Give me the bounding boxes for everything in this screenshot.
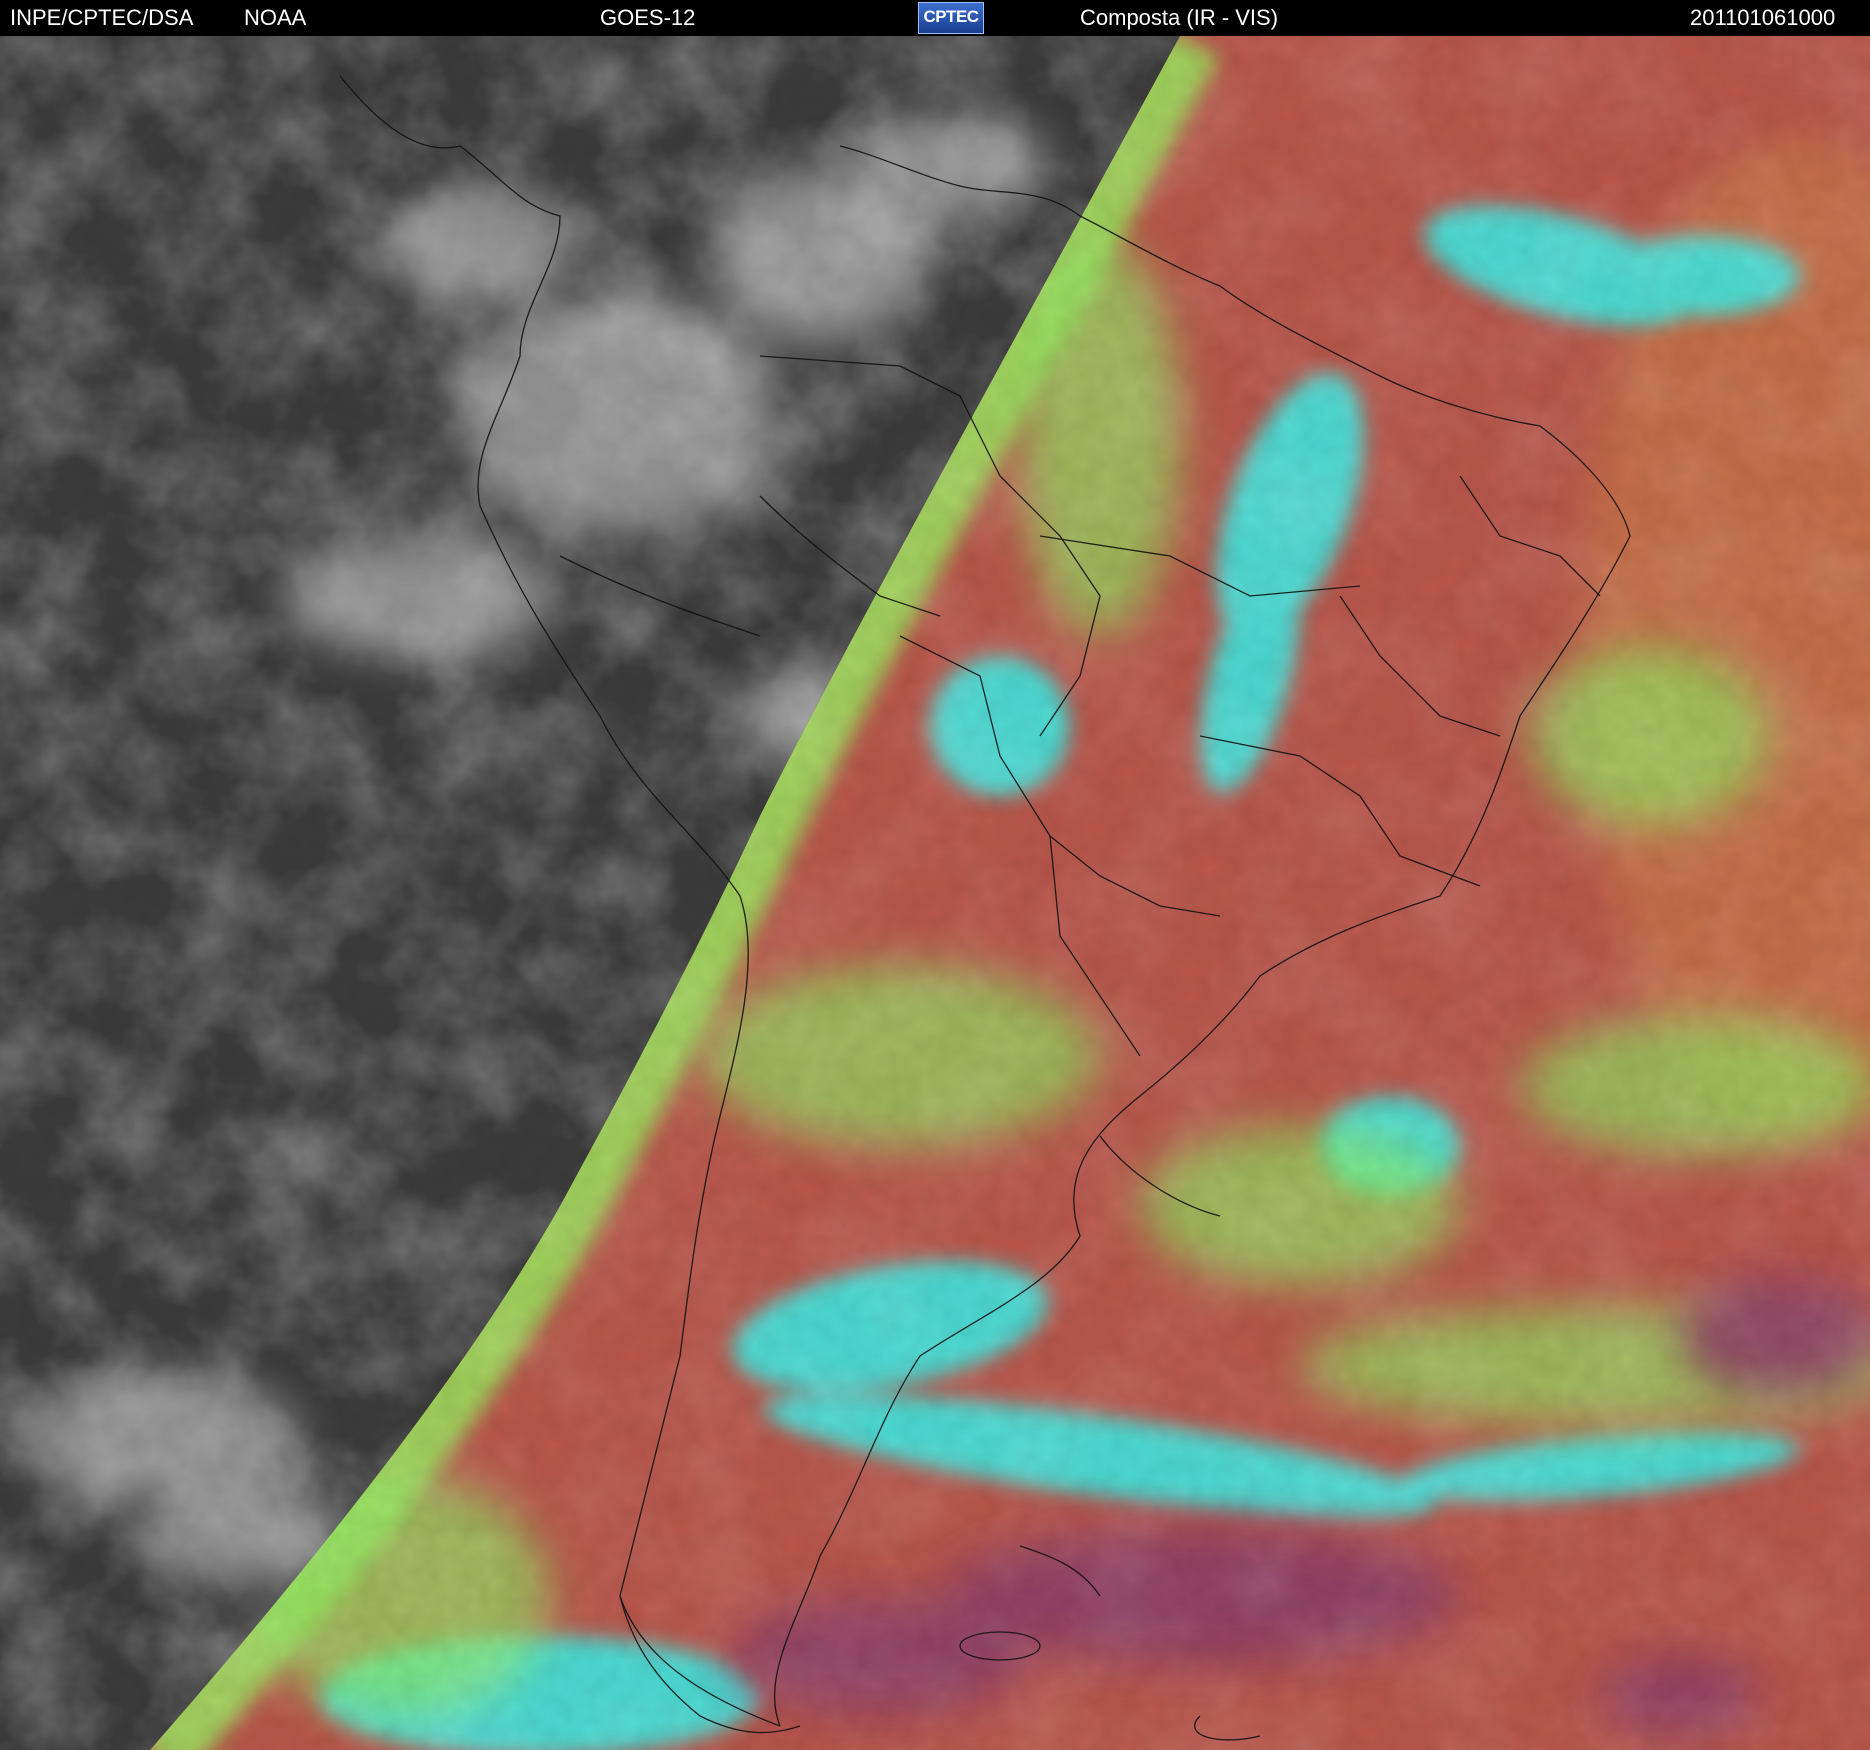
source-label: INPE/CPTEC/DSA (10, 5, 194, 30)
cptec-logo: CPTEC (918, 2, 984, 34)
satellite-image (0, 36, 1870, 1750)
logo-text: CPTEC (923, 7, 979, 26)
header-bar: INPE/CPTEC/DSA NOAA GOES-12 CPTEC Compos… (0, 0, 1870, 36)
product-label: Composta (IR - VIS) (1080, 5, 1279, 30)
satellite-label: GOES-12 (600, 5, 696, 30)
agency-label: NOAA (244, 5, 307, 30)
timestamp-label: 201101061000 (1690, 5, 1836, 30)
